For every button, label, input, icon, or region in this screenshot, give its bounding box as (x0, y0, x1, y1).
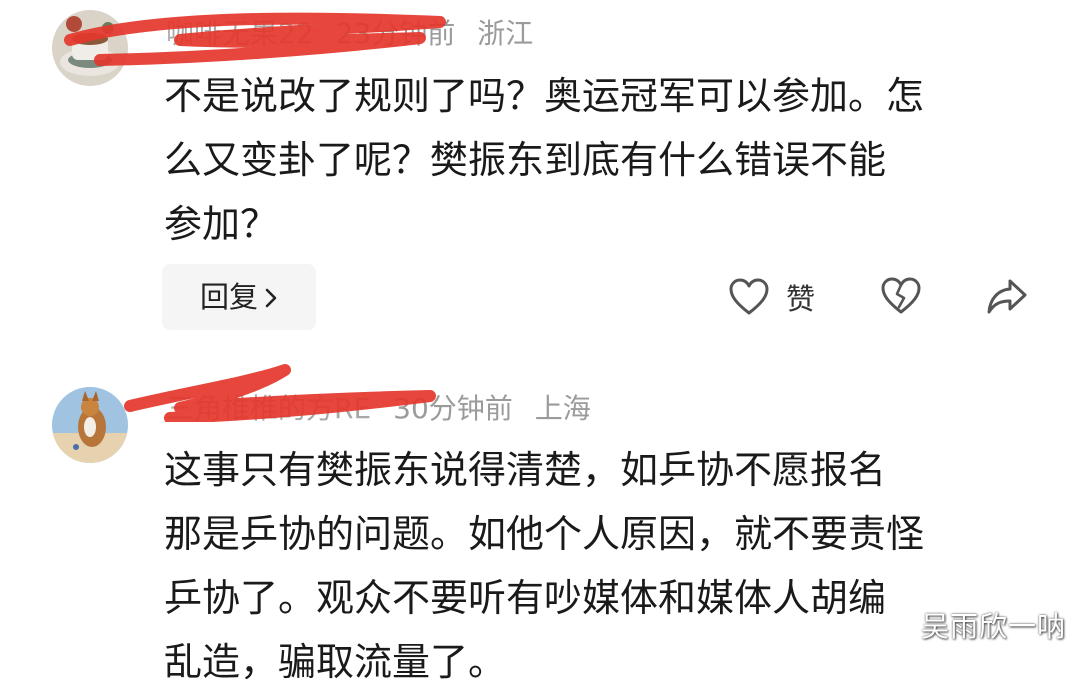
like-button[interactable]: 赞 (728, 276, 815, 318)
comment-line: 这事只有樊振东说得清楚，如乒协不愿报名 (164, 448, 887, 492)
username[interactable]: 三角椎椎的方RE (166, 392, 371, 425)
dislike-button[interactable] (880, 276, 922, 318)
avatar-dog-image (52, 387, 128, 463)
share-arrow-icon (987, 279, 1027, 314)
comment-item: 咖啡无果22 23分钟前 浙江 不是说改了规则了吗？奥运冠军可以参加。怎 么又变卦了… (0, 0, 1080, 340)
avatar-teacup-image (52, 10, 128, 86)
username[interactable]: 咖啡无果22 (166, 17, 314, 50)
comment-line: 乱造，骗取流量了。 (164, 640, 507, 684)
heart-outline-icon (729, 278, 769, 315)
comment-text: 不是说改了规则了吗？奥运冠军可以参加。怎 么又变卦了呢？樊振东到底有什么错误不能… (164, 64, 1044, 256)
reply-label: 回复 (199, 280, 258, 314)
comment-actions: 回复 赞 (0, 264, 1080, 330)
share-button[interactable] (986, 276, 1028, 318)
user-avatar[interactable] (52, 10, 128, 86)
comment-line: 参加？ (164, 202, 279, 246)
comment-item: 三角椎椎的方RE 30分钟前 上海 这事只有樊振东说得清楚，如乒协不愿报名 那是乒协… (0, 340, 1080, 684)
comment-time: 30分钟前 (393, 392, 513, 425)
comment-line: 不是说改了规则了吗？奥运冠军可以参加。怎 (164, 74, 925, 118)
comment-line: 乒协了。观众不要听有吵媒体和媒体人胡编 (164, 576, 887, 620)
reply-button[interactable]: 回复 (162, 264, 316, 330)
comment-line: 那是乒协的问题。如他个人原因，就不要责怪 (164, 512, 925, 556)
comment-line: 么又变卦了呢？樊振东到底有什么错误不能 (164, 138, 887, 182)
watermark: 吴雨欣一呐 (920, 610, 1066, 643)
comment-time: 23分钟前 (335, 17, 456, 50)
like-label: 赞 (786, 282, 816, 316)
comment-location: 浙江 (477, 17, 534, 50)
comment-location: 上海 (534, 392, 591, 425)
chevron-right-icon (264, 266, 278, 332)
user-avatar[interactable] (52, 387, 128, 463)
comment-meta: 咖啡无果22 23分钟前 浙江 (166, 14, 555, 54)
comment-meta: 三角椎椎的方RE 30分钟前 上海 (166, 389, 613, 429)
broken-heart-icon (881, 277, 921, 314)
comment-text: 这事只有樊振东说得清楚，如乒协不愿报名 那是乒协的问题。如他个人原因，就不要责怪… (164, 438, 1044, 694)
